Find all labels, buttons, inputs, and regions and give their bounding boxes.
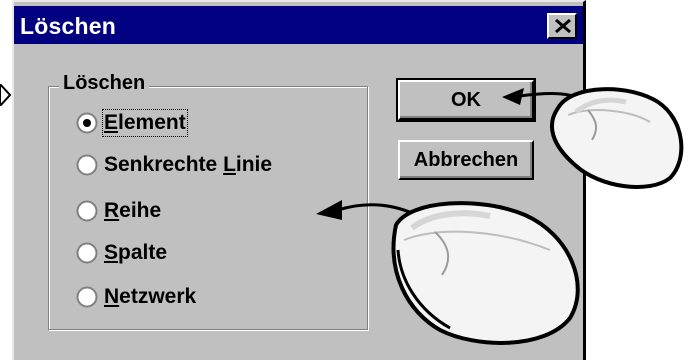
radio-unselected-icon [76, 286, 98, 308]
mouse-icon-bottom [316, 200, 580, 345]
radio-label-element: Element [102, 109, 188, 137]
dialog-title: Löschen [20, 13, 116, 39]
radio-label-senkrechte-linie: Senkrechte Linie [104, 153, 273, 176]
title-bar: Löschen [14, 6, 583, 44]
close-button[interactable] [547, 13, 577, 39]
radio-element[interactable]: Element [76, 108, 188, 138]
radio-spalte[interactable]: Spalte [76, 238, 167, 268]
radio-label-reihe: Reihe [104, 199, 162, 222]
radio-unselected-icon [76, 154, 98, 176]
groupbox-label: Löschen [59, 72, 150, 95]
radio-label-spalte: Spalte [104, 241, 168, 264]
close-icon [555, 18, 571, 34]
radio-unselected-icon [76, 242, 98, 264]
ok-button-label: OK [451, 88, 481, 111]
arrow-head-icon [316, 200, 342, 220]
radio-netzwerk[interactable]: Netzwerk [76, 282, 196, 312]
radio-unselected-icon [76, 200, 98, 222]
radio-selected-icon [76, 112, 98, 134]
radio-label-netzwerk: Netzwerk [104, 285, 197, 308]
arrow-head-icon [502, 88, 524, 105]
radio-senkrechte-linie[interactable]: Senkrechte Linie [76, 150, 272, 180]
pointer-arrow-icon [0, 84, 12, 106]
radio-reihe[interactable]: Reihe [76, 196, 161, 226]
